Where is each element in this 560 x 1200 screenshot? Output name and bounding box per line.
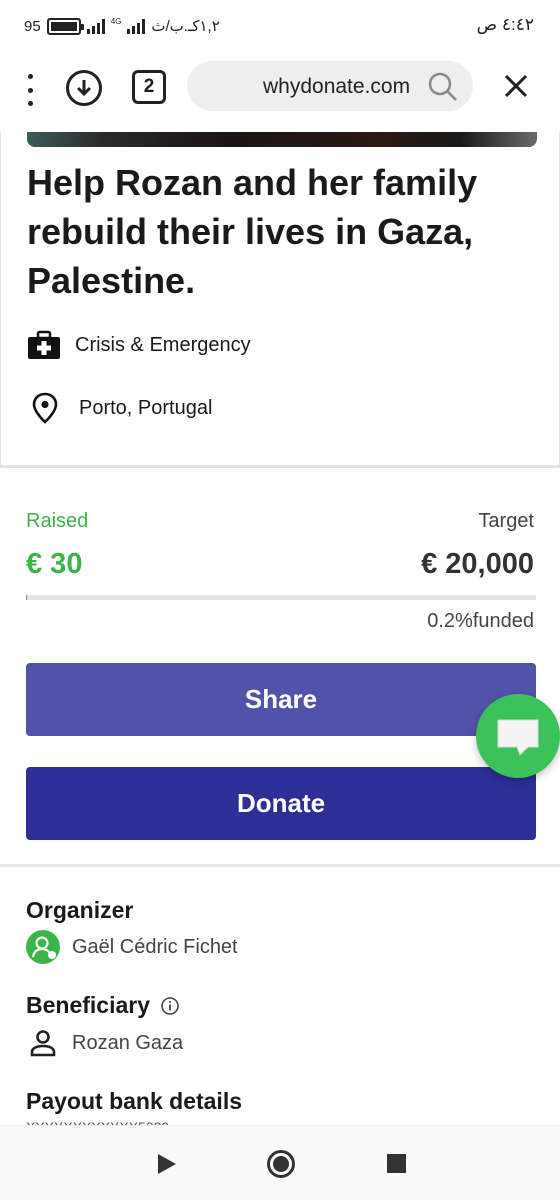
category-label: Crisis & Emergency bbox=[75, 333, 251, 356]
location-pin-icon bbox=[32, 392, 58, 424]
person-icon bbox=[30, 1030, 56, 1057]
raised-label: Raised bbox=[26, 510, 89, 532]
back-icon[interactable] bbox=[158, 1154, 176, 1174]
campaign-location: Porto, Portugal bbox=[27, 392, 212, 424]
url-bar[interactable]: whydonate.com bbox=[187, 61, 473, 111]
section-divider bbox=[0, 864, 560, 867]
close-icon[interactable] bbox=[502, 72, 530, 100]
browser-toolbar: 2 whydonate.com bbox=[0, 52, 560, 132]
battery-level: 95 bbox=[24, 17, 41, 35]
raised-amount: € 30 bbox=[26, 548, 83, 580]
download-icon[interactable] bbox=[66, 70, 102, 106]
campaign-card: Help Rozan and her family rebuild their … bbox=[0, 132, 560, 468]
search-icon[interactable] bbox=[427, 71, 459, 103]
home-icon[interactable] bbox=[267, 1150, 295, 1178]
medical-kit-icon bbox=[28, 330, 60, 359]
clock: ٤:٤٢ ص bbox=[476, 15, 534, 34]
campaign-image bbox=[27, 132, 537, 147]
cell-signal-icon bbox=[127, 18, 146, 34]
url-text[interactable]: whydonate.com bbox=[263, 75, 410, 99]
funding-progress-bar bbox=[26, 595, 536, 600]
donate-button[interactable]: Donate bbox=[26, 767, 536, 840]
tab-switcher-button[interactable]: 2 bbox=[132, 70, 166, 104]
location-label: Porto, Portugal bbox=[79, 396, 213, 419]
beneficiary-name: Rozan Gaza bbox=[72, 1031, 184, 1054]
network-type: 4G bbox=[110, 17, 122, 26]
chat-button[interactable] bbox=[476, 694, 560, 778]
status-bar: 95 4G ١,٢كـ.ب/ث ٤:٤٢ ص bbox=[0, 0, 560, 52]
target-amount: € 20,000 bbox=[421, 548, 534, 580]
beneficiary-heading-row: Beneficiary bbox=[26, 992, 180, 1019]
info-icon[interactable] bbox=[160, 996, 180, 1016]
beneficiary-row: Rozan Gaza bbox=[26, 1028, 183, 1058]
chat-bubble-icon bbox=[497, 719, 539, 756]
wifi-signal-icon bbox=[86, 18, 105, 34]
user-avatar-icon bbox=[26, 930, 60, 964]
organizer-name[interactable]: Gaël Cédric Fichet bbox=[72, 936, 238, 959]
organizer-row[interactable]: Gaël Cédric Fichet bbox=[26, 930, 238, 964]
campaign-title: Help Rozan and her family rebuild their … bbox=[27, 162, 478, 301]
network-speed: ١,٢كـ.ب/ث bbox=[151, 18, 220, 35]
status-left: 95 4G ١,٢كـ.ب/ث bbox=[24, 17, 220, 35]
campaign-category: Crisis & Emergency bbox=[27, 330, 251, 360]
battery-icon bbox=[46, 17, 84, 35]
recents-icon[interactable] bbox=[387, 1154, 406, 1173]
payout-heading: Payout bank details bbox=[26, 1088, 243, 1114]
system-nav-bar bbox=[0, 1125, 560, 1200]
organizer-heading: Organizer bbox=[26, 897, 134, 923]
overflow-menu-icon[interactable] bbox=[18, 74, 42, 106]
share-button[interactable]: Share bbox=[26, 663, 536, 736]
funding-progress-fill bbox=[26, 595, 28, 600]
funded-percentage: 0.2%funded bbox=[427, 610, 534, 632]
target-label: Target bbox=[478, 510, 534, 532]
beneficiary-heading: Beneficiary bbox=[26, 992, 151, 1018]
